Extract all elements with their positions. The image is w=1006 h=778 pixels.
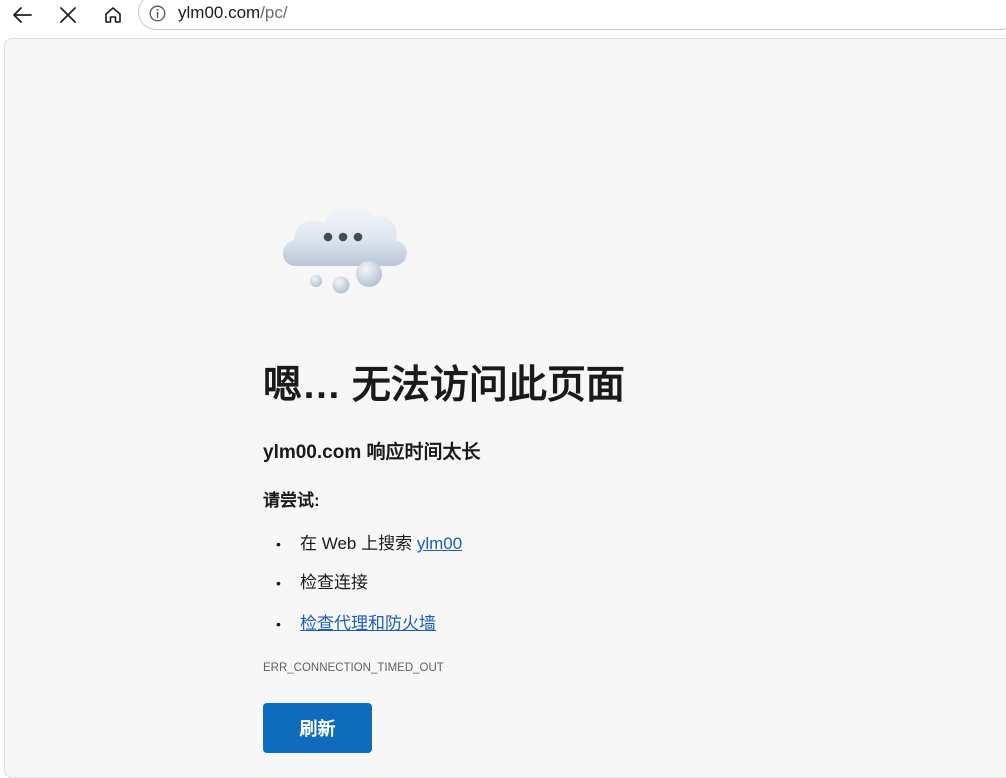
bullet: •: [276, 616, 281, 632]
browser-toolbar: ylm00.com/pc/: [0, 0, 1006, 34]
url-host: ylm00.com: [178, 3, 261, 22]
arrow-left-icon: [13, 7, 32, 23]
suggestion-search-web: • 在 Web 上搜索 ylm00: [276, 532, 462, 556]
back-button[interactable]: [6, 0, 38, 30]
suggestion-text: 在 Web 上搜索: [300, 534, 417, 553]
home-button[interactable]: [97, 0, 129, 30]
search-link[interactable]: ylm00: [417, 534, 462, 553]
bullet: •: [276, 575, 281, 591]
info-icon: [149, 5, 165, 21]
cloud-icon: [282, 204, 407, 294]
url-path: /pc/: [260, 3, 288, 22]
suggestion-text: 检查连接: [300, 573, 368, 592]
suggestion-check-proxy: • 检查代理和防火墙: [276, 612, 436, 636]
error-subtitle: ylm00.com 响应时间太长: [263, 442, 481, 463]
home-icon: [105, 7, 121, 23]
refresh-button[interactable]: 刷新: [263, 703, 372, 753]
error-code: ERR_CONNECTION_TIMED_OUT: [263, 662, 444, 674]
suggestion-check-connection: • 检查连接: [276, 571, 368, 595]
proxy-firewall-link[interactable]: 检查代理和防火墙: [300, 614, 436, 633]
error-title: 嗯… 无法访问此页面: [263, 364, 625, 407]
bullet: •: [276, 536, 281, 552]
url-text[interactable]: ylm00.com/pc/: [178, 3, 288, 23]
try-label: 请尝试:: [263, 491, 320, 510]
stop-loading-button[interactable]: [52, 0, 84, 30]
site-info-button[interactable]: [148, 4, 166, 22]
close-icon: [60, 7, 76, 23]
